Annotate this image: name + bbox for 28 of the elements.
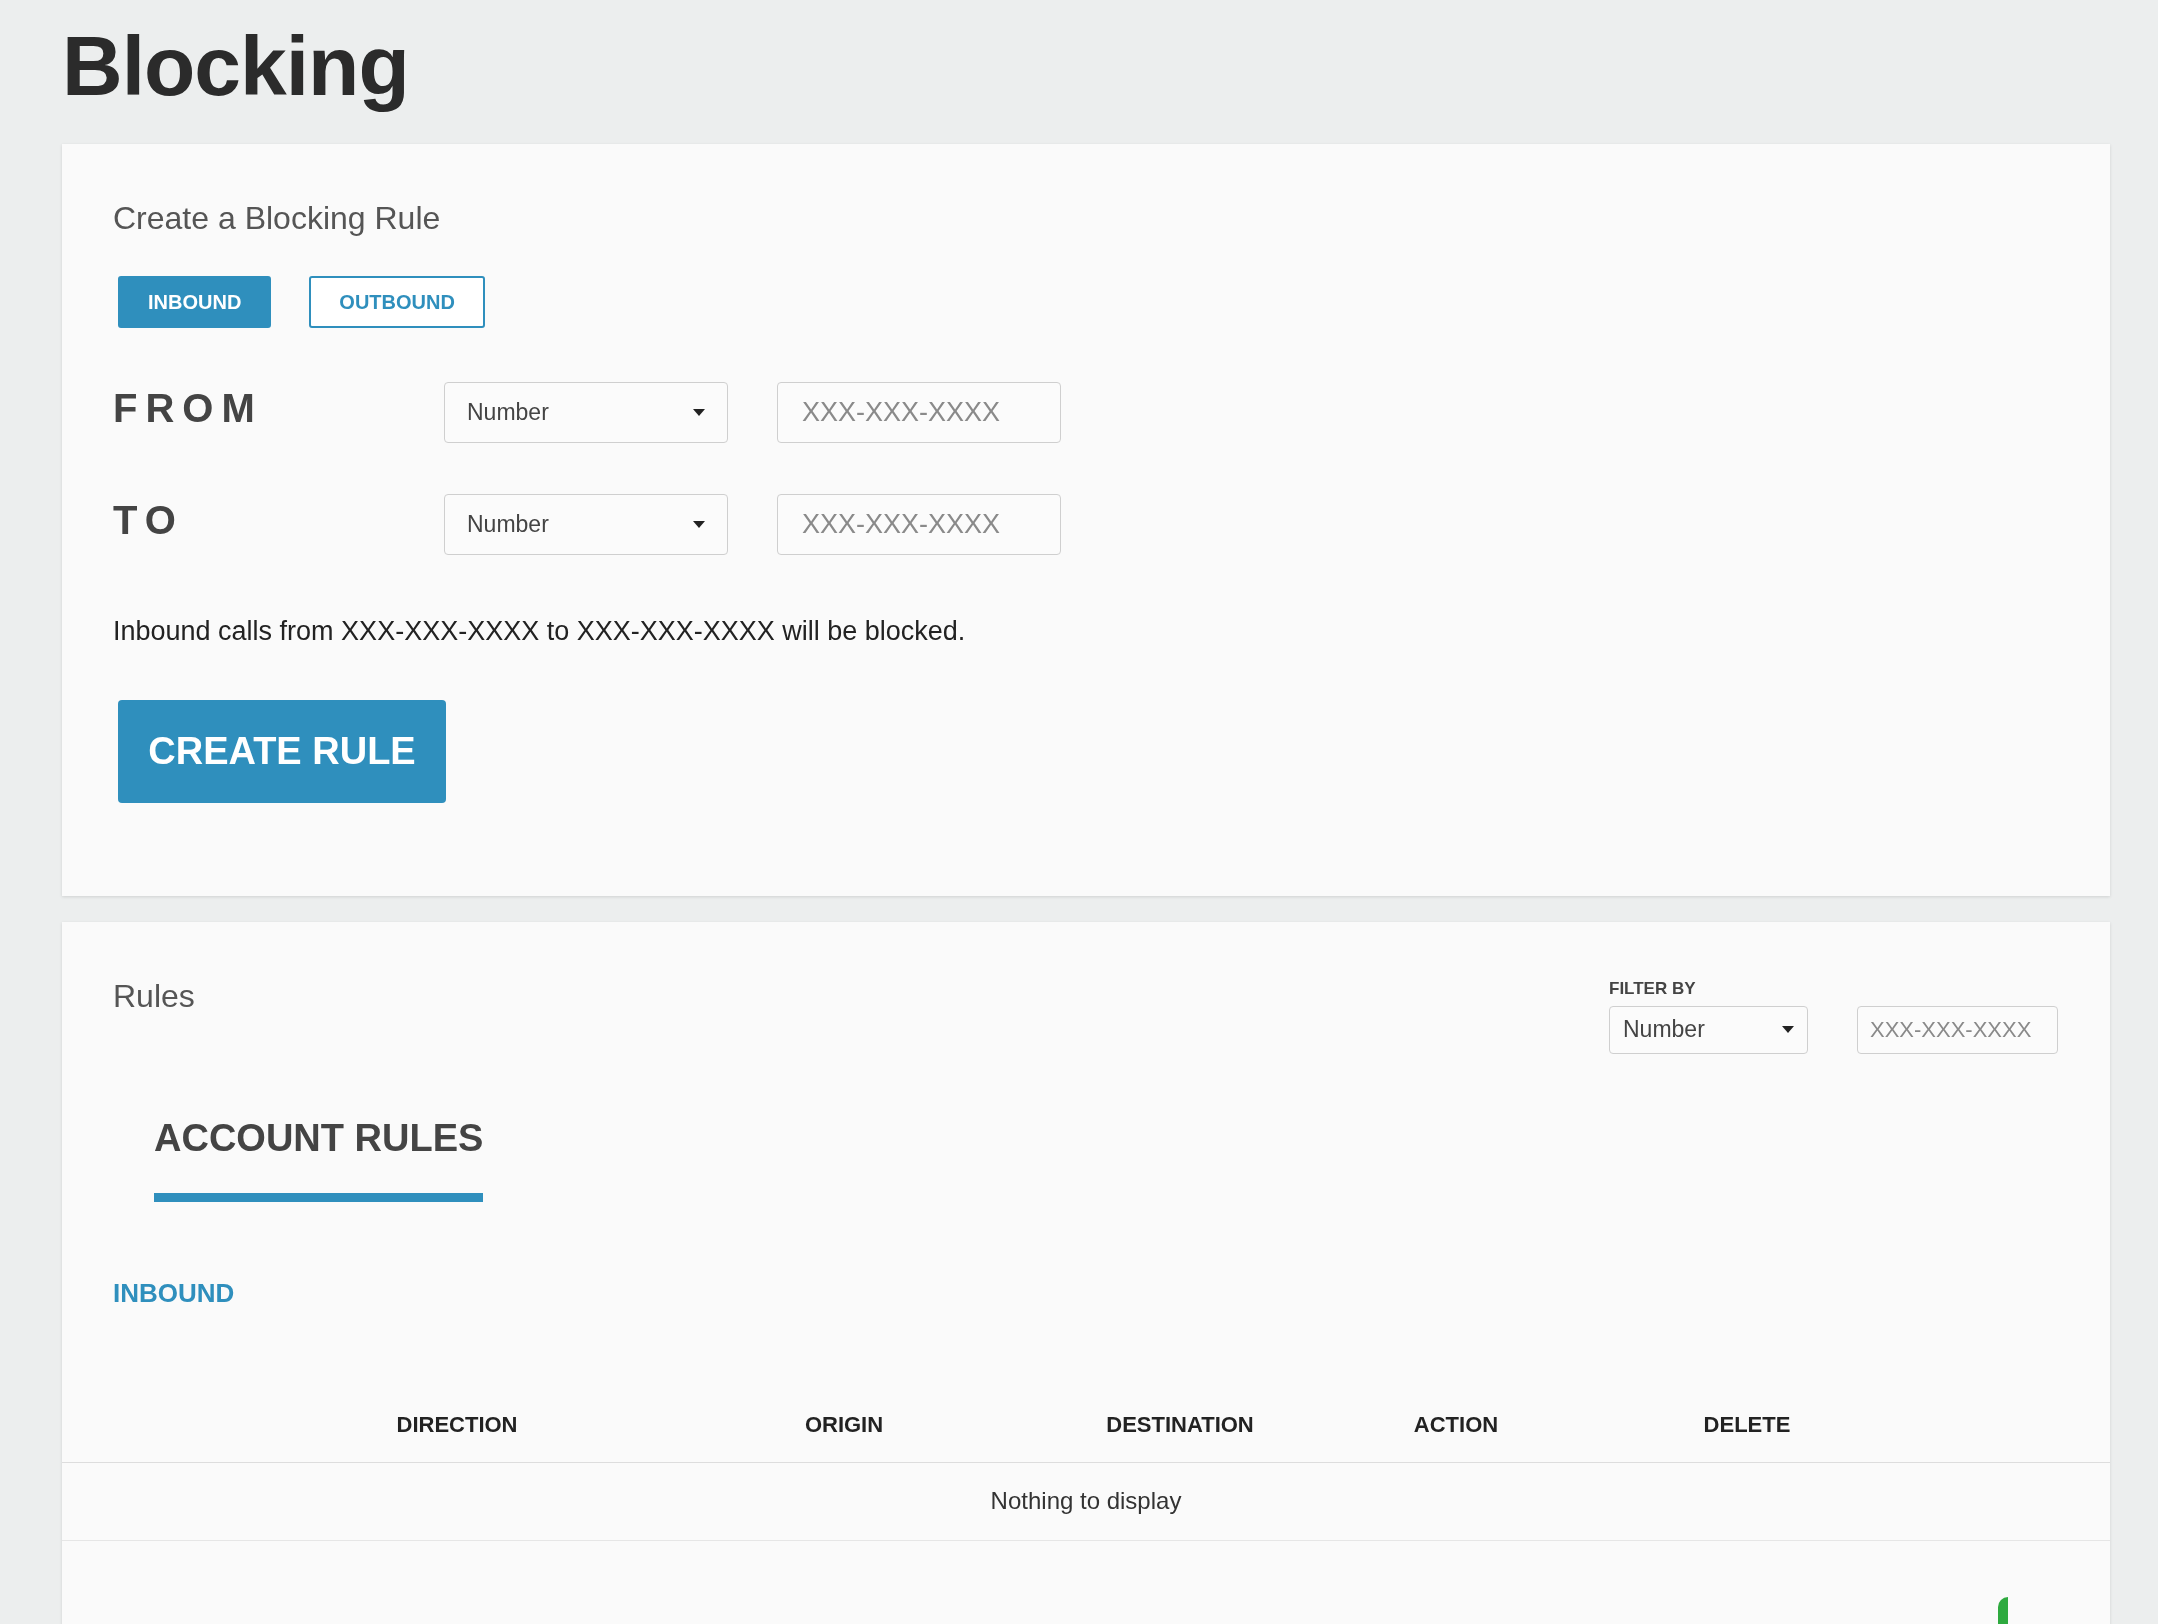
number-select[interactable]: Number [1609,1005,1808,1054]
filter-label: FILTER BY [1609,978,1697,1000]
phone-input[interactable]: XXX-XXX-XXXX [1857,1005,2058,1054]
page-title: Blocking [62,18,410,115]
column-header: DIRECTION [396,1410,518,1439]
field-label: TO [113,496,185,544]
caret-icon [693,521,705,528]
create-rule-button[interactable]: CREATE RULE [118,699,446,803]
column-header: DELETE [1703,1410,1791,1439]
direction-tab[interactable]: INBOUND [118,276,272,328]
caret-icon [1782,1026,1794,1033]
column-header: ACTION [1413,1410,1499,1439]
column-header: DESTINATION [1106,1410,1254,1439]
chat-widget-edge[interactable] [1998,1597,2008,1624]
card-title: Create a Blocking Rule [113,199,442,238]
card-title: Rules [113,977,195,1016]
column-header: ORIGIN [804,1410,884,1439]
direction-tab[interactable]: OUTBOUND [309,276,485,328]
section-heading: INBOUND [112,1276,236,1310]
phone-input[interactable]: XXX-XXX-XXXX [777,382,1061,443]
phone-input[interactable]: XXX-XXX-XXXX [777,494,1061,555]
caret-icon [693,409,705,416]
number-select[interactable]: Number [444,382,728,443]
empty-message: Nothing to display [990,1486,1182,1516]
number-select[interactable]: Number [444,494,728,555]
account-rules-tab[interactable]: ACCOUNT RULES [154,1109,484,1202]
field-label: FROM [113,384,264,432]
summary-text: Inbound calls from XXX-XXX-XXXX to XXX-XXX-XXXX will be blocked. [113,615,967,648]
